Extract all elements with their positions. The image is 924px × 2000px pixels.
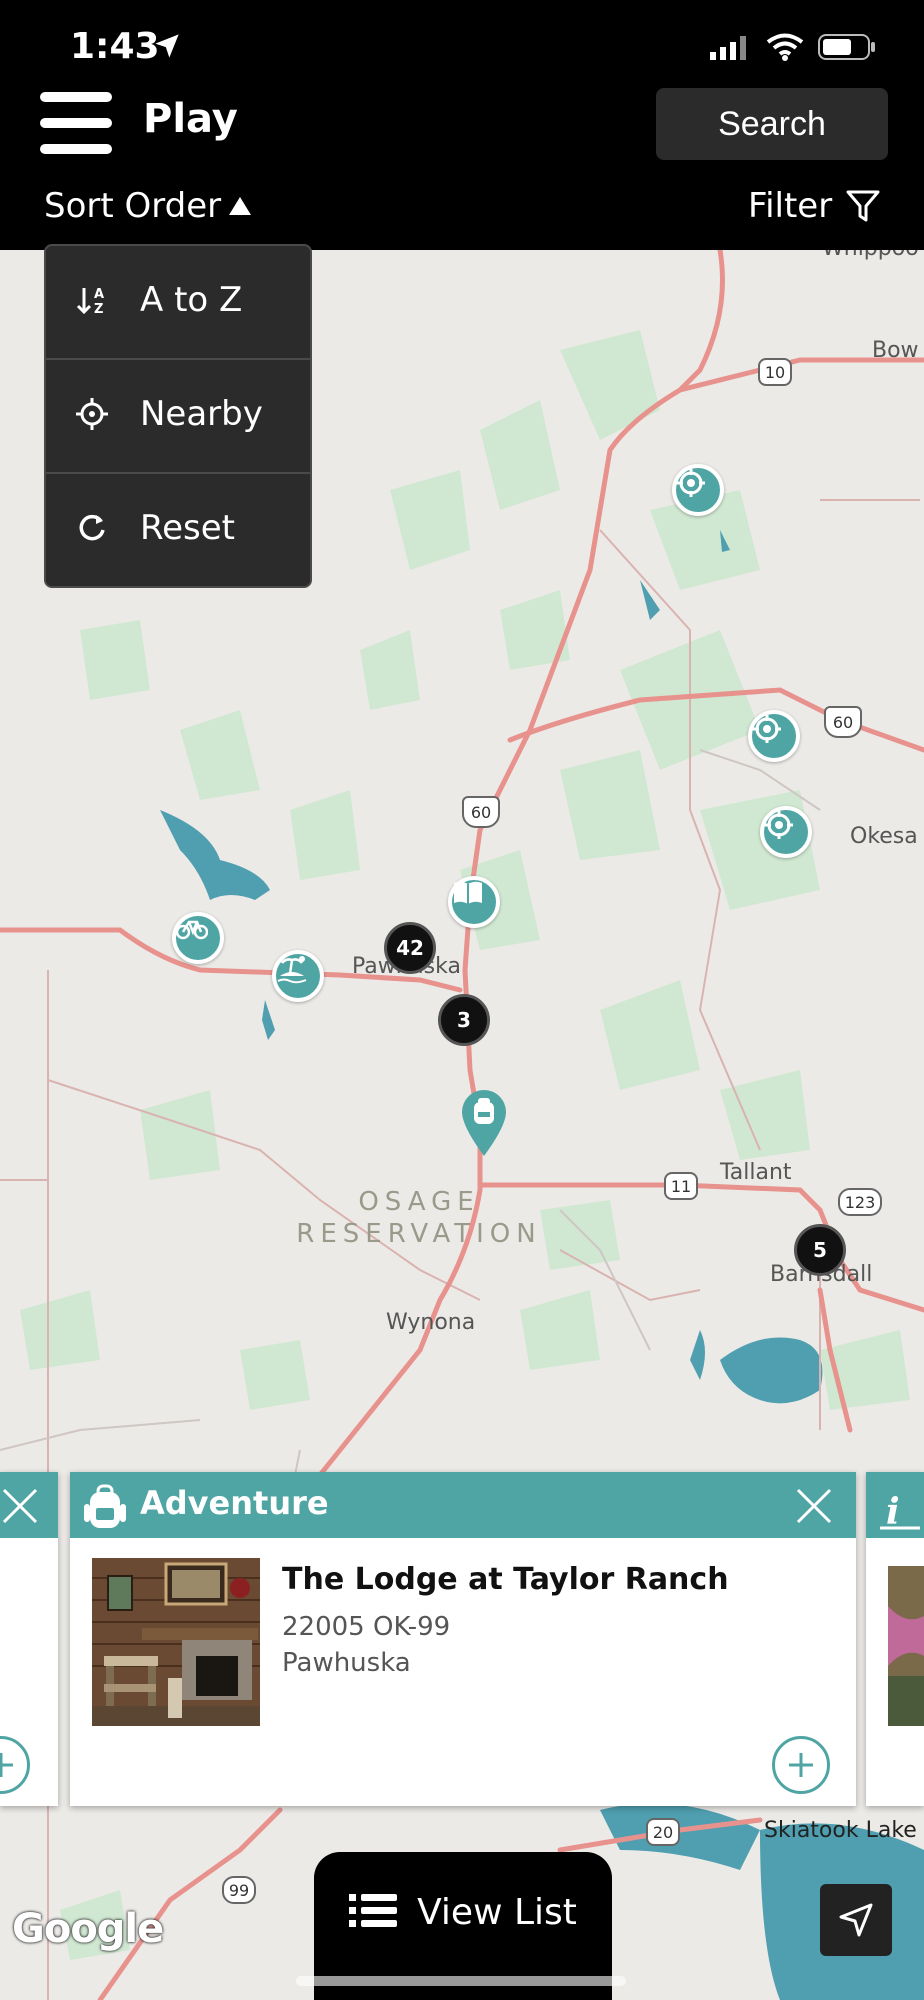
route-shield: 20 <box>646 1818 680 1846</box>
sort-order-toggle[interactable]: Sort Order <box>44 186 253 226</box>
list-icon <box>349 1894 398 1927</box>
battery-icon <box>818 34 876 64</box>
map-pin-cycling[interactable] <box>172 912 224 964</box>
page-title: Play <box>143 96 238 142</box>
cellular-signal-icon <box>710 36 750 64</box>
card-category: Adventure <box>140 1484 329 1522</box>
status-time: 1:43 <box>70 26 160 67</box>
close-icon[interactable] <box>794 1486 834 1526</box>
route-shield: 123 <box>838 1188 882 1216</box>
close-icon[interactable] <box>0 1486 40 1526</box>
place-city: Pawhuska <box>282 1648 411 1678</box>
sort-option-a-to-z[interactable]: AZ A to Z <box>46 246 310 358</box>
plus-icon <box>789 1753 813 1777</box>
view-list-label: View List <box>417 1892 577 1933</box>
sort-order-label: Sort Order <box>44 186 222 226</box>
sort-option-label: Nearby <box>140 394 263 434</box>
result-card[interactable]: Adventure The Lodge at Taylor Ranch 2200… <box>70 1472 856 1806</box>
map-cluster[interactable]: 3 <box>438 994 490 1046</box>
target-icon <box>677 469 705 497</box>
sort-option-reset[interactable]: Reset <box>46 474 310 586</box>
refresh-icon <box>79 514 105 541</box>
map-cluster[interactable]: 5 <box>794 1224 846 1276</box>
target-icon <box>765 811 793 839</box>
route-shield: 60 <box>462 796 500 828</box>
navigation-arrow-icon <box>839 1903 873 1937</box>
reservation-line-1: OSAGE <box>358 1187 480 1217</box>
map-pin-selected-adventure[interactable] <box>458 1086 510 1158</box>
plus-icon <box>0 1753 13 1777</box>
sort-alpha-icon: AZ <box>76 287 104 317</box>
map-pin-hunting[interactable] <box>760 806 812 858</box>
sort-order-menu: AZ A to Z Nearby Reset <box>44 244 312 588</box>
google-logo: Google <box>12 1906 164 1952</box>
map-label-tallant: Tallant <box>720 1160 792 1185</box>
map-cluster[interactable]: 42 <box>384 922 436 974</box>
sort-option-nearby[interactable]: Nearby <box>46 360 310 472</box>
crosshair-icon <box>76 398 108 430</box>
bicycle-icon <box>176 920 208 940</box>
map-pin-book[interactable] <box>448 876 500 928</box>
map-pin-lake[interactable] <box>272 950 324 1002</box>
search-button[interactable]: Search <box>656 88 888 160</box>
wifi-icon <box>766 33 804 65</box>
home-indicator <box>296 1976 626 1986</box>
target-icon <box>753 715 781 743</box>
map-label-bow: Bow <box>872 338 919 363</box>
route-shield: 10 <box>758 358 792 386</box>
place-thumbnail[interactable] <box>92 1558 260 1726</box>
add-to-itinerary-button[interactable] <box>772 1736 830 1794</box>
svg-text:i: i <box>886 1491 900 1532</box>
island-icon <box>277 956 307 984</box>
caret-up-icon <box>229 197 252 215</box>
route-shield: 60 <box>824 706 862 738</box>
map-label-whippoo: Whippoo <box>822 250 919 261</box>
filter-label: Filter <box>748 186 833 226</box>
map-label-wynona: Wynona <box>386 1310 476 1335</box>
map-label-okesa: Okesa <box>850 824 918 849</box>
my-location-button[interactable] <box>820 1884 892 1956</box>
route-shield: 99 <box>222 1876 256 1904</box>
info-sign-icon: i <box>876 1482 924 1533</box>
place-thumbnail[interactable] <box>888 1566 924 1726</box>
map-label-skiatook-lake: Skiatook Lake <box>764 1818 917 1843</box>
filter-funnel-icon <box>846 190 880 222</box>
map-pin-hunting[interactable] <box>748 710 800 762</box>
svg-text:Z: Z <box>94 302 103 317</box>
sort-option-label: A to Z <box>140 280 243 320</box>
filter-button[interactable]: Filter <box>748 186 880 226</box>
route-shield: 11 <box>664 1172 698 1200</box>
app-header: Play Search Sort Order Filter <box>0 88 924 250</box>
backpack-icon <box>80 1482 130 1532</box>
status-bar: 1:43 <box>0 0 924 90</box>
book-icon <box>454 881 482 904</box>
sort-option-label: Reset <box>140 508 235 548</box>
add-to-itinerary-button[interactable] <box>0 1736 30 1794</box>
svg-text:A: A <box>94 287 104 302</box>
reservation-line-2: RESERVATION <box>296 1219 542 1249</box>
result-card-partial-right[interactable]: i <box>866 1472 924 1806</box>
place-address: 22005 OK-99 <box>282 1612 451 1642</box>
map-pin-hunting[interactable] <box>672 464 724 516</box>
hamburger-menu-icon[interactable] <box>40 92 112 154</box>
map-label-osage-reservation: OSAGE RESERVATION <box>294 1186 544 1250</box>
result-card-partial-left[interactable] <box>0 1472 58 1806</box>
place-name[interactable]: The Lodge at Taylor Ranch <box>282 1562 729 1597</box>
location-arrow-icon <box>153 32 181 64</box>
